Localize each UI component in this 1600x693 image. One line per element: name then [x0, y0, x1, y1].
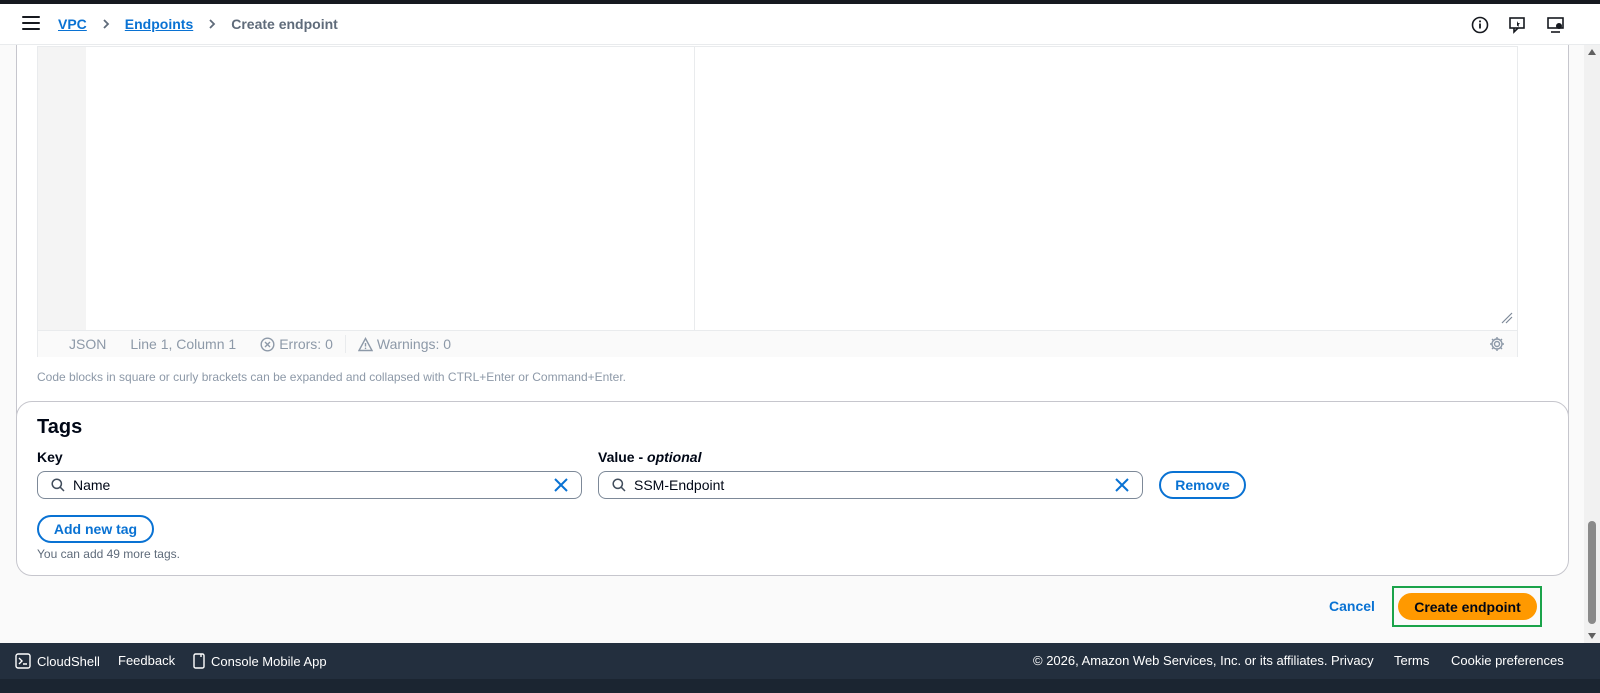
editor-divider: [694, 47, 695, 330]
chevron-right-icon: [209, 19, 216, 29]
mobile-app-icon: [193, 653, 205, 669]
resize-handle-icon[interactable]: [1501, 312, 1513, 324]
page-scrollbar[interactable]: [1584, 45, 1600, 643]
tag-value-value: SSM-Endpoint: [634, 477, 725, 493]
footer: CloudShell Feedback Console Mobile App ©…: [0, 643, 1600, 693]
top-navigation: VPC Endpoints Create endpoint: [0, 4, 1600, 45]
cloudshell-button[interactable]: CloudShell: [15, 653, 100, 669]
cookie-preferences-label: Cookie preferences: [1451, 653, 1564, 668]
terms-link[interactable]: Terms: [1394, 653, 1429, 668]
code-editor[interactable]: JSON Line 1, Column 1 Errors: 0 Warnings…: [37, 46, 1518, 357]
close-icon[interactable]: [553, 477, 569, 493]
tags-panel: Tags Key Value - optional Name SSM-Endpo…: [16, 401, 1569, 576]
editor-status-bar: JSON Line 1, Column 1 Errors: 0 Warnings…: [38, 330, 1517, 357]
value-label: Value - optional: [598, 449, 701, 465]
search-icon: [51, 478, 65, 492]
value-label-text: Value -: [598, 449, 648, 465]
cloudshell-label: CloudShell: [37, 653, 100, 669]
taskbar-strip: [0, 679, 1600, 693]
editor-warnings[interactable]: Warnings: 0: [357, 336, 452, 352]
terms-label: Terms: [1394, 653, 1430, 668]
tags-help-text: You can add 49 more tags.: [37, 547, 180, 561]
tags-title: Tags: [37, 416, 83, 438]
privacy-label: Privacy: [1331, 653, 1374, 668]
policy-panel: JSON Line 1, Column 1 Errors: 0 Warnings…: [16, 45, 1569, 429]
editor-errors-label: Errors: 0: [279, 336, 333, 352]
cancel-button[interactable]: Cancel: [1329, 598, 1375, 614]
highlight-frame: Create endpoint: [1392, 586, 1542, 627]
menu-icon[interactable]: [22, 16, 40, 32]
create-endpoint-button[interactable]: Create endpoint: [1398, 593, 1537, 620]
scroll-up-icon[interactable]: [1588, 49, 1596, 55]
editor-cursor-position: Line 1, Column 1: [130, 336, 237, 352]
feedback-icon[interactable]: [1508, 15, 1528, 35]
editor-warnings-label: Warnings: 0: [376, 336, 452, 352]
search-icon: [612, 478, 626, 492]
add-new-tag-button[interactable]: Add new tag: [37, 515, 154, 543]
chevron-right-icon: [103, 19, 110, 29]
preferences-icon[interactable]: [1546, 15, 1566, 35]
feedback-link[interactable]: Feedback: [118, 653, 175, 668]
cookie-preferences-link[interactable]: Cookie preferences: [1451, 653, 1564, 668]
breadcrumb-endpoints[interactable]: Endpoints: [125, 16, 193, 32]
key-label: Key: [37, 449, 63, 465]
editor-language: JSON: [69, 336, 107, 352]
editor-gutter: [38, 47, 86, 330]
error-icon: [260, 336, 275, 352]
copyright: © 2026, Amazon Web Services, Inc. or its…: [1033, 653, 1328, 668]
breadcrumb: VPC Endpoints Create endpoint: [58, 16, 338, 32]
remove-tag-button[interactable]: Remove: [1159, 471, 1246, 499]
scroll-thumb[interactable]: [1588, 521, 1596, 624]
feedback-label: Feedback: [118, 653, 176, 668]
tag-key-value: Name: [73, 477, 111, 493]
main-content: JSON Line 1, Column 1 Errors: 0 Warnings…: [0, 45, 1584, 656]
gear-icon[interactable]: [1489, 336, 1505, 352]
breadcrumb-current: Create endpoint: [231, 16, 338, 32]
editor-hint: Code blocks in square or curly brackets …: [37, 370, 626, 384]
value-label-optional: optional: [647, 449, 702, 465]
info-icon[interactable]: [1470, 15, 1490, 35]
tag-value-input[interactable]: SSM-Endpoint: [598, 471, 1143, 499]
warning-icon: [357, 336, 373, 351]
breadcrumb-vpc[interactable]: VPC: [58, 16, 87, 32]
console-mobile-app-label: Console Mobile App: [211, 653, 327, 669]
console-mobile-app-link[interactable]: Console Mobile App: [193, 653, 327, 669]
editor-errors[interactable]: Errors: 0: [260, 336, 333, 352]
status-divider: [344, 335, 346, 353]
terminal-icon: [15, 653, 31, 669]
scroll-down-icon[interactable]: [1588, 633, 1596, 639]
tag-key-input[interactable]: Name: [37, 471, 582, 499]
privacy-link[interactable]: Privacy: [1331, 653, 1374, 668]
close-icon[interactable]: [1114, 477, 1130, 493]
